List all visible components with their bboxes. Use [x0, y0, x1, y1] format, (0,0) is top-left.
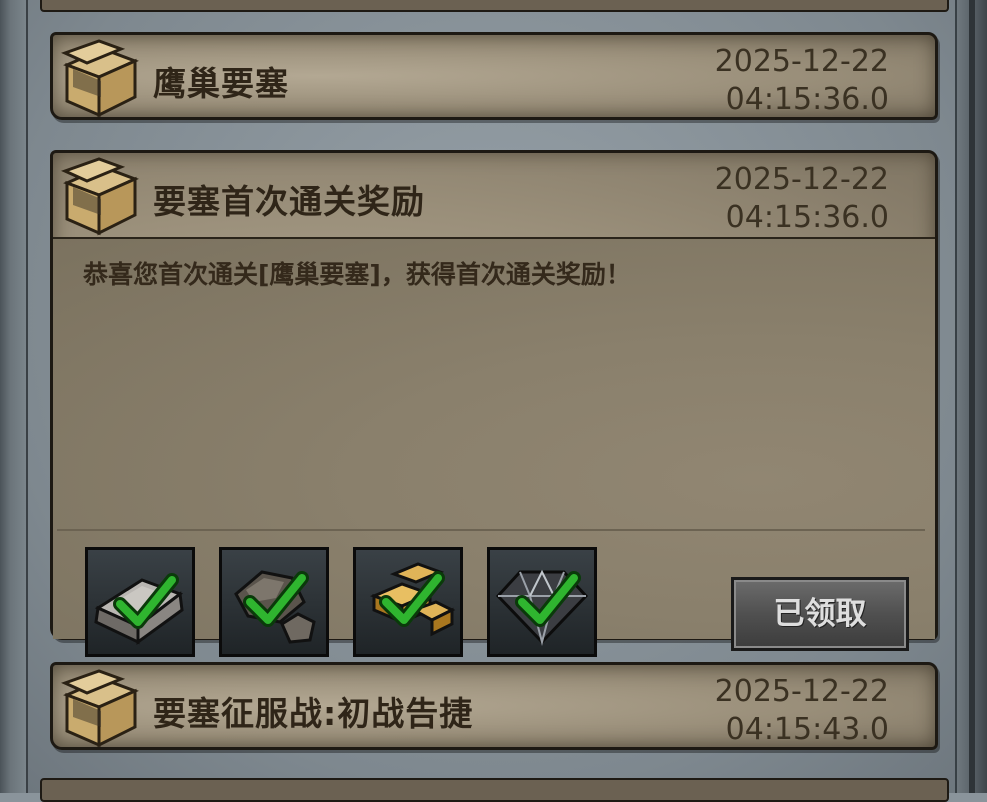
mail-timestamp: 2025-12-22 04:15:36.0 — [708, 161, 889, 237]
left-frame-border — [0, 0, 28, 793]
mail-time: 04:15:43.0 — [725, 712, 889, 747]
chest-icon — [60, 669, 139, 748]
chest-icon — [60, 39, 139, 118]
chest-icon — [60, 157, 139, 236]
mail-timestamp: 2025-12-22 04:15:36.0 — [708, 43, 889, 119]
ore-stone-icon — [234, 570, 316, 644]
reward-slot[interactable] — [487, 547, 597, 657]
scrollbar[interactable] — [969, 0, 975, 793]
previous-mail-edge[interactable] — [40, 0, 949, 12]
mail-date: 2025-12-22 — [714, 674, 889, 709]
mail-item-fortress-conquest[interactable]: 要塞征服战:初战告捷 2025-12-22 04:15:43.0 — [50, 662, 938, 750]
mail-title: 要塞首次通关奖励 — [153, 182, 425, 221]
reward-slot[interactable] — [353, 547, 463, 657]
next-mail-edge[interactable] — [40, 778, 949, 802]
mail-body: 恭喜您首次通关[鹰巢要塞]，获得首次通关奖励！ x7 — [53, 237, 935, 697]
gold-bars-icon — [369, 562, 456, 637]
reward-slot[interactable] — [219, 547, 329, 657]
reward-slot[interactable] — [85, 547, 195, 657]
mail-time: 04:15:36.0 — [725, 82, 889, 117]
mail-header: 鹰巢要塞 2025-12-22 04:15:36.0 — [53, 35, 935, 119]
divider — [57, 529, 925, 531]
mail-header: 要塞首次通关奖励 2025-12-22 04:15:36.0 — [53, 153, 935, 237]
mail-time: 04:15:36.0 — [725, 200, 889, 235]
dark-diamond-icon — [495, 569, 589, 646]
mail-title: 要塞征服战:初战告捷 — [153, 694, 474, 733]
mail-item-eagle-fortress[interactable]: 鹰巢要塞 2025-12-22 04:15:36.0 — [50, 32, 938, 120]
iron-ingot-icon — [94, 573, 184, 645]
mail-date: 2025-12-22 — [714, 162, 889, 197]
mail-message: 恭喜您首次通关[鹰巢要塞]，获得首次通关奖励！ — [83, 260, 631, 289]
mail-title: 鹰巢要塞 — [153, 64, 289, 103]
claimed-button[interactable]: 已领取 — [731, 577, 909, 651]
mail-date: 2025-12-22 — [714, 44, 889, 79]
mail-item-first-clear-reward[interactable]: 要塞首次通关奖励 2025-12-22 04:15:36.0 恭喜您首次通关[鹰… — [50, 150, 938, 697]
mail-header: 要塞征服战:初战告捷 2025-12-22 04:15:43.0 — [53, 665, 935, 749]
mail-timestamp: 2025-12-22 04:15:43.0 — [708, 673, 889, 749]
